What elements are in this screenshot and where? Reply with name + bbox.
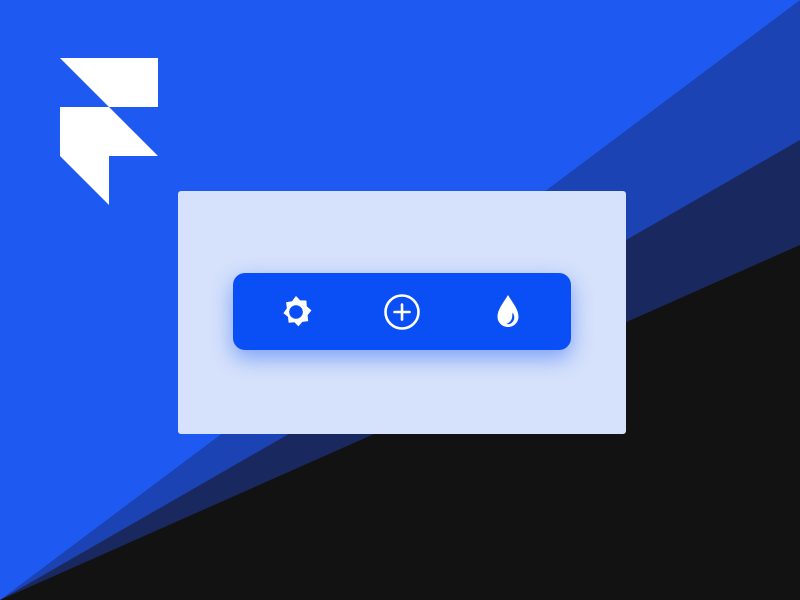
icon-toolbar xyxy=(233,273,571,350)
plus-circle-icon xyxy=(384,293,420,330)
canvas xyxy=(0,0,800,600)
droplet-icon xyxy=(497,294,519,327)
framer-logo xyxy=(60,58,158,205)
color-button[interactable] xyxy=(488,292,528,332)
add-button[interactable] xyxy=(382,292,422,332)
gear-icon xyxy=(283,295,312,326)
settings-button[interactable] xyxy=(276,292,316,332)
